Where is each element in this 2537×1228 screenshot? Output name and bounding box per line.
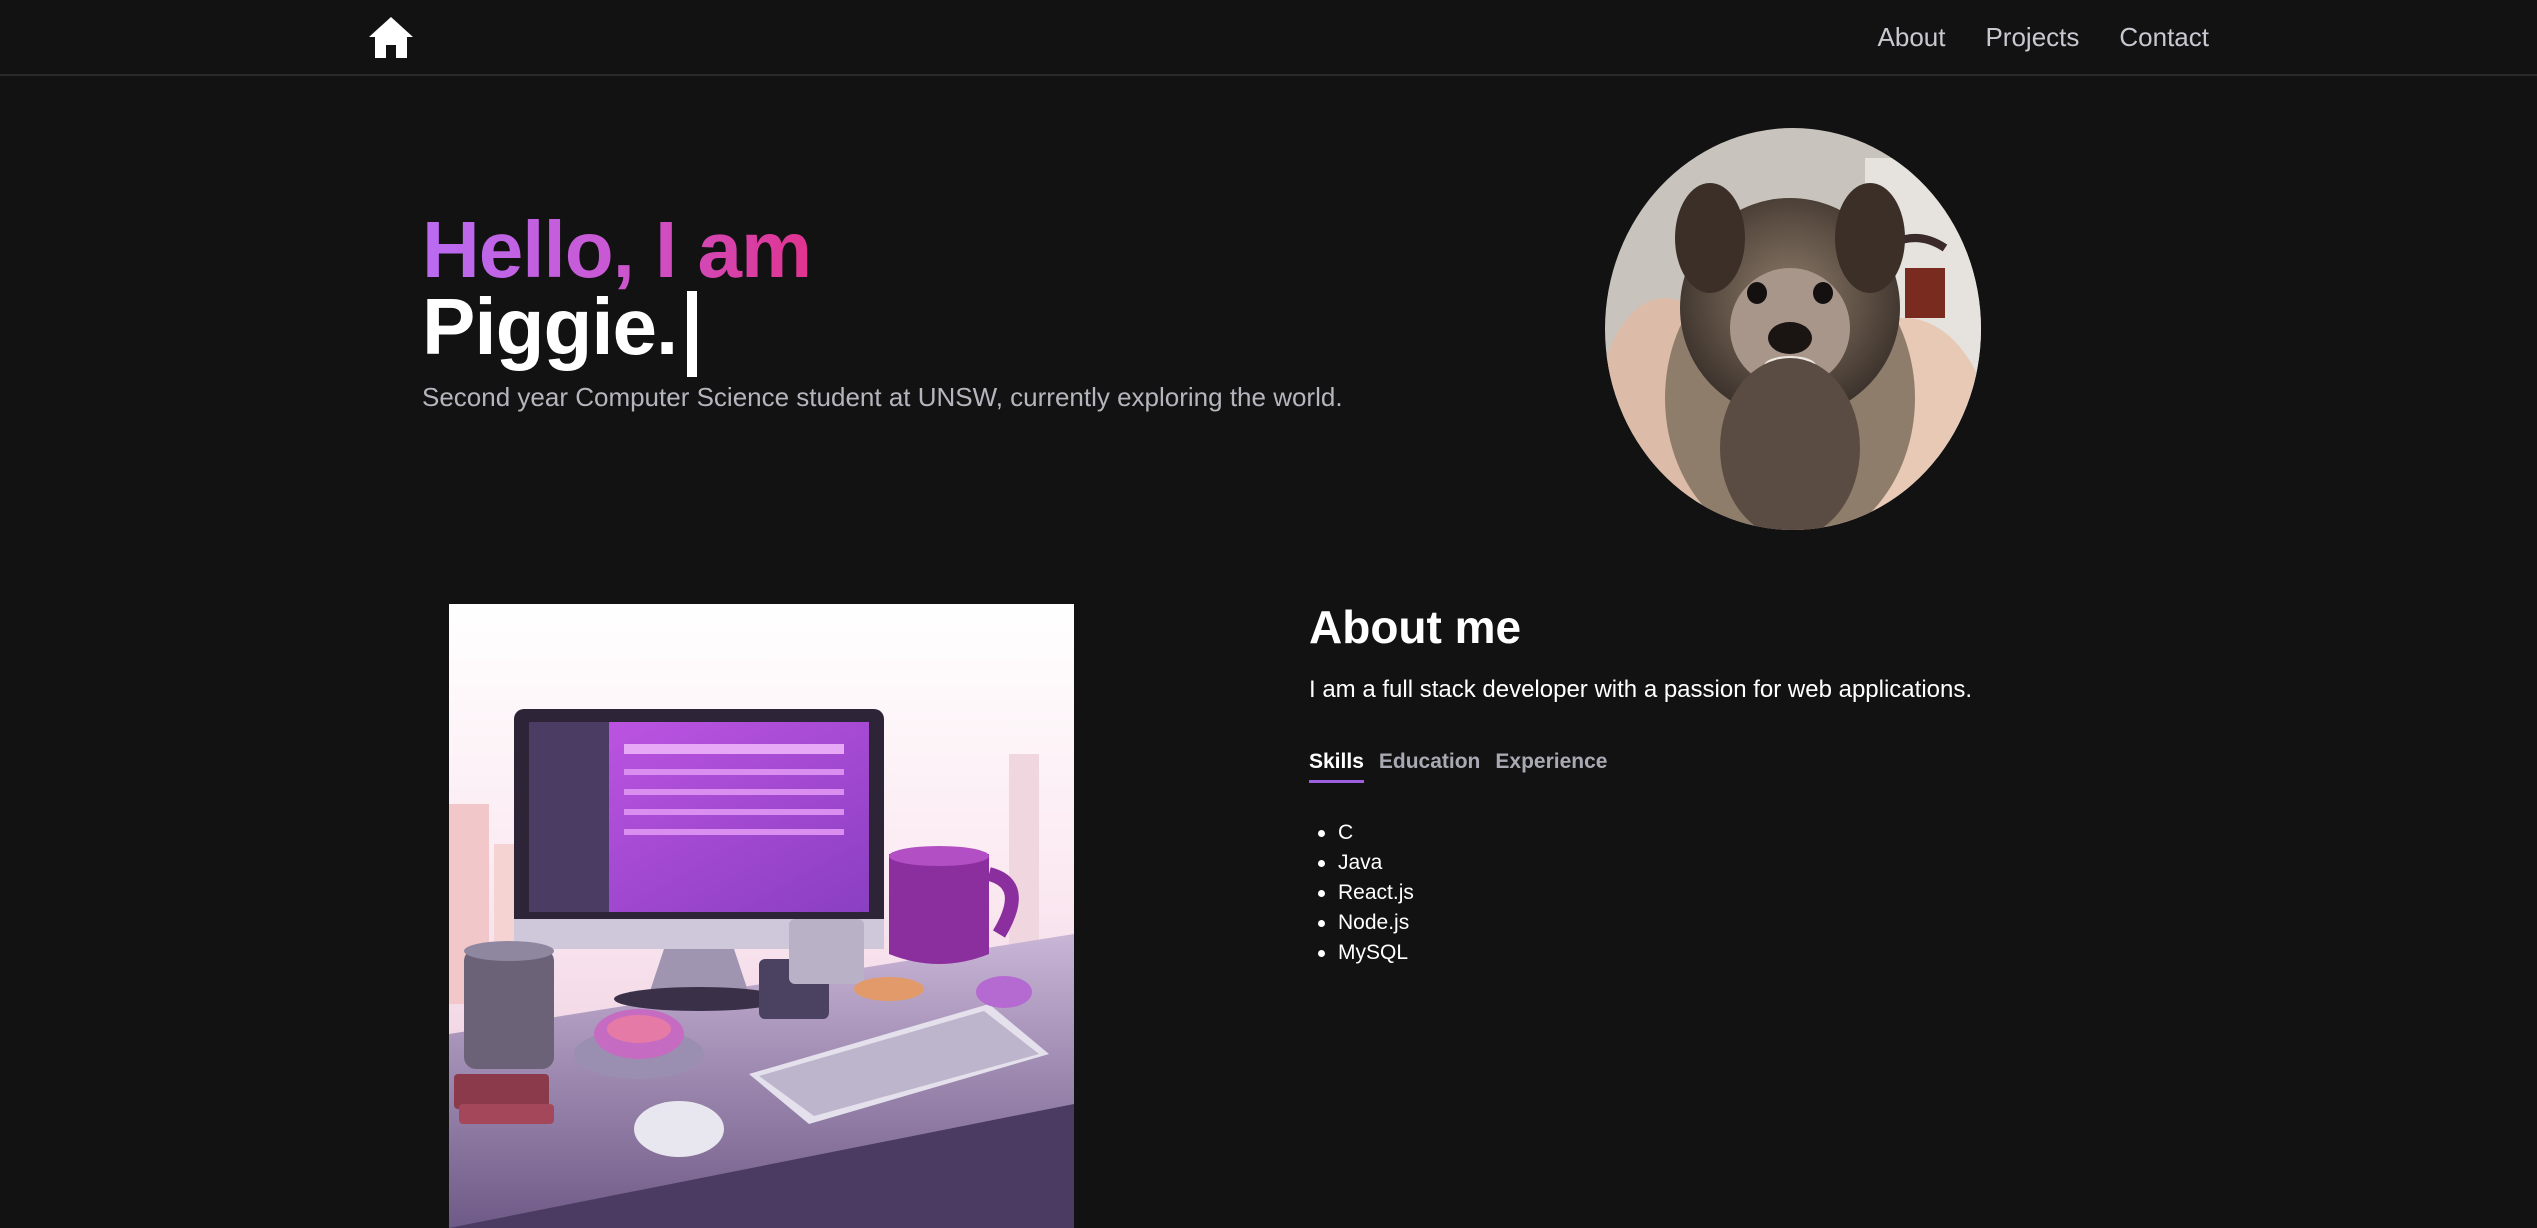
- about-tabs: Skills Education Experience: [1309, 750, 1607, 783]
- list-item: Java: [1318, 848, 1414, 878]
- home-icon: [369, 17, 413, 58]
- puppy-photo: [1605, 128, 1981, 530]
- hero-subtitle: Second year Computer Science student at …: [422, 382, 1343, 412]
- nav-link-projects[interactable]: Projects: [1985, 22, 2079, 53]
- list-item: React.js: [1318, 878, 1414, 908]
- about-title: About me: [1309, 601, 1522, 653]
- list-item: MySQL: [1318, 938, 1414, 968]
- home-link[interactable]: [367, 14, 415, 60]
- skills-list: C Java React.js Node.js MySQL: [1298, 818, 1414, 968]
- about-description: I am a full stack developer with a passi…: [1309, 676, 1973, 703]
- tab-education[interactable]: Education: [1379, 750, 1481, 783]
- nav-links: About Projects Contact: [1878, 0, 2209, 74]
- list-item: C: [1318, 818, 1414, 848]
- list-item: Node.js: [1318, 908, 1414, 938]
- desk-illustration: [449, 604, 1074, 1228]
- tab-skills[interactable]: Skills: [1309, 750, 1364, 783]
- hero-name-row: Piggie.: [422, 282, 698, 377]
- tab-experience[interactable]: Experience: [1495, 750, 1607, 783]
- portfolio-page: About Projects Contact Hello, I am Piggi…: [0, 0, 2537, 1228]
- typing-cursor: [687, 291, 698, 377]
- avatar: [1605, 128, 1981, 530]
- hero-name: Piggie.: [422, 282, 678, 371]
- about-image: [449, 604, 1074, 1228]
- nav-link-about[interactable]: About: [1878, 22, 1946, 53]
- navbar: About Projects Contact: [0, 0, 2537, 76]
- nav-link-contact[interactable]: Contact: [2119, 22, 2209, 53]
